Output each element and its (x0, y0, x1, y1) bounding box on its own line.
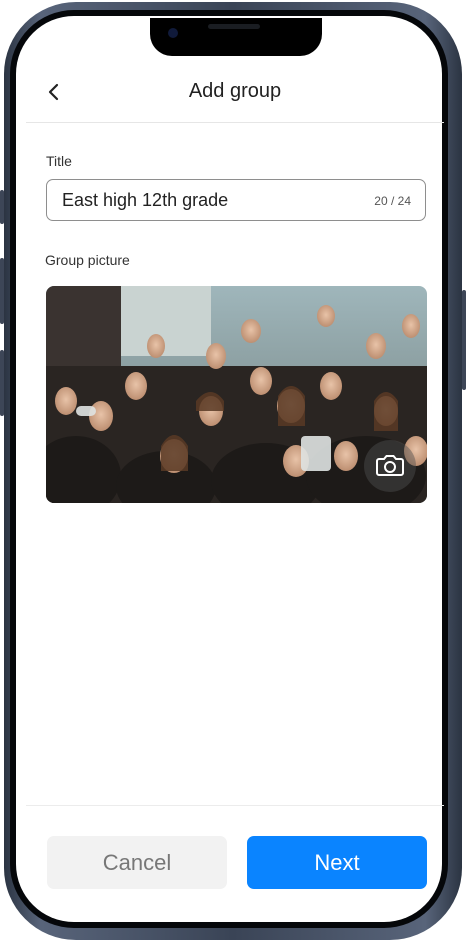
character-counter: 20 / 24 (374, 194, 411, 208)
notch (150, 18, 322, 56)
title-label: Title (46, 153, 72, 169)
header: Add group (26, 62, 444, 123)
power-button (462, 290, 466, 390)
group-picture-label: Group picture (45, 252, 130, 268)
cancel-button[interactable]: Cancel (47, 836, 227, 889)
footer-divider (26, 805, 444, 806)
mute-switch (0, 190, 4, 224)
volume-up-button (0, 258, 4, 324)
speaker (208, 24, 260, 29)
volume-down-button (0, 350, 4, 416)
camera-icon[interactable] (364, 440, 416, 492)
page-title: Add group (188, 80, 282, 102)
title-input[interactable] (62, 180, 342, 220)
title-field[interactable]: 20 / 24 (46, 179, 426, 221)
front-camera (168, 28, 178, 38)
next-button[interactable]: Next (247, 836, 427, 889)
